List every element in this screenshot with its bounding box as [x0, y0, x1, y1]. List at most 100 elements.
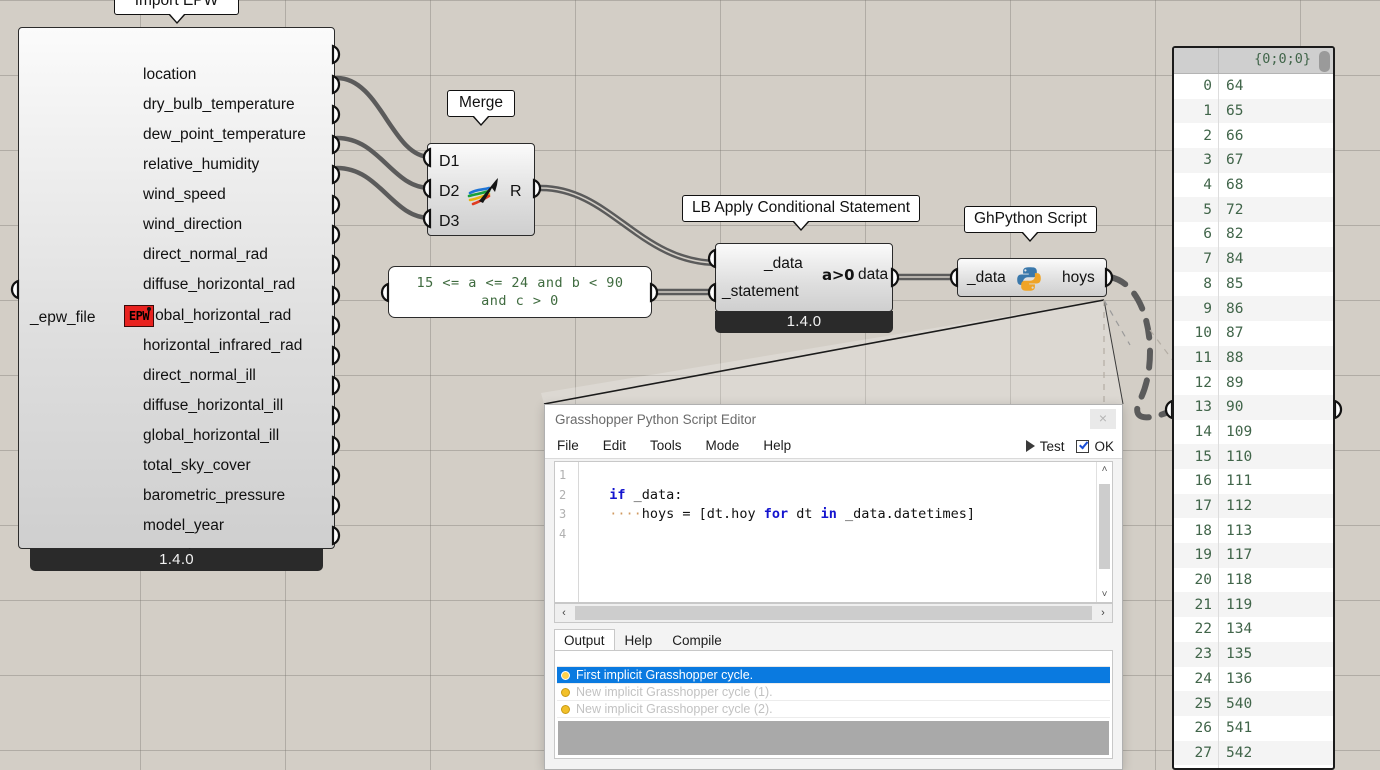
- menu-item-tools[interactable]: Tools: [650, 438, 682, 453]
- editor-title-text: Grasshopper Python Script Editor: [555, 412, 757, 427]
- expression-line-1: 15 <= a <= 24 and b < 90: [416, 274, 624, 291]
- bubble-tail-icon: [792, 221, 810, 231]
- scroll-down-icon[interactable]: ˅: [1097, 589, 1112, 600]
- code-token: ····: [609, 506, 642, 522]
- panel-row-value: 541: [1218, 715, 1333, 741]
- tab-compile[interactable]: Compile: [662, 629, 732, 652]
- panel-row: 24 136: [1174, 666, 1333, 692]
- panel-row-value: 85: [1218, 271, 1333, 297]
- ok-button[interactable]: OK: [1076, 439, 1114, 454]
- scroll-right-icon[interactable]: ›: [1094, 607, 1112, 619]
- output-row[interactable]: First implicit Grasshopper cycle.: [557, 667, 1110, 684]
- panel-row: 9 86: [1174, 296, 1333, 321]
- component-merge[interactable]: D1 D2 D3 R: [427, 143, 535, 236]
- panel-row-index: 25: [1194, 695, 1212, 712]
- panel-row-index: 10: [1194, 325, 1212, 342]
- warning-icon: [559, 704, 572, 715]
- output-list-header: [557, 653, 1110, 667]
- merge-output-r: R: [510, 183, 522, 200]
- epw-output-global-horizontal-ill: global_horizontal_ill: [143, 427, 280, 444]
- menu-item-mode[interactable]: Mode: [706, 438, 740, 453]
- tab-output[interactable]: Output: [554, 629, 615, 652]
- data-output-panel[interactable]: {0;0;0} 0 64 1 65 2 66 3 67 4 68 5 72 6 82 7 84 8 85 9 86 10…: [1172, 46, 1335, 770]
- panel-row-value: 89: [1218, 370, 1333, 395]
- panel-row-index: 8: [1203, 275, 1212, 292]
- close-icon[interactable]: ×: [1090, 409, 1116, 429]
- line-number-gutter: 1 2 3 4: [555, 462, 579, 602]
- ghpython-name-bubble-label: GhPython Script: [974, 210, 1087, 227]
- test-button[interactable]: Test: [1025, 439, 1064, 454]
- ok-button-label: OK: [1094, 438, 1114, 454]
- panel-row-index: 14: [1194, 423, 1212, 440]
- editor-titlebar: Grasshopper Python Script Editor ×: [545, 405, 1122, 433]
- epw-input-label: _epw_file: [30, 309, 96, 326]
- epw-output-barometric-pressure: barometric_pressure: [143, 487, 286, 504]
- panel-row-index: 5: [1203, 201, 1212, 218]
- scroll-left-icon[interactable]: ‹: [555, 607, 573, 619]
- panel-row-index: 26: [1194, 720, 1212, 737]
- panel-row: 2 66: [1174, 123, 1333, 149]
- code-token: _data:: [625, 486, 683, 503]
- code-vertical-scrollbar[interactable]: ˄ ˅: [1096, 462, 1112, 602]
- epw-output-model-year: model_year: [143, 517, 224, 534]
- panel-row-value: 84: [1218, 246, 1333, 272]
- code-line: if _data:: [593, 486, 1096, 506]
- checkbox-icon: [1076, 439, 1090, 453]
- output-list[interactable]: First implicit Grasshopper cycle. New imp…: [554, 650, 1113, 759]
- hscroll-thumb[interactable]: [575, 606, 1092, 620]
- component-lb-apply-conditional-statement[interactable]: _data _statement a>0 data: [715, 243, 893, 312]
- menu-item-edit[interactable]: Edit: [603, 438, 626, 453]
- epw-icon-text: EPW: [128, 309, 150, 323]
- vscroll-thumb[interactable]: [1099, 484, 1110, 569]
- output-row-text: New implicit Grasshopper cycle (2).: [576, 702, 773, 716]
- output-row-text: New implicit Grasshopper cycle (1).: [576, 685, 773, 699]
- panel-row: 13 90: [1174, 394, 1333, 420]
- code-token: hoys = [dt.hoy: [641, 506, 764, 522]
- expression-panel[interactable]: 15 <= a <= 24 and b < 90 and c > 0: [388, 266, 652, 318]
- panel-row: 1 65: [1174, 98, 1333, 124]
- panel-header-divider: [1218, 48, 1219, 73]
- conditional-output-data: data: [858, 266, 889, 283]
- panel-row: 5 72: [1174, 197, 1333, 223]
- line-number: 4: [559, 526, 567, 541]
- panel-row: 22 134: [1174, 617, 1333, 642]
- component-ghpython-script[interactable]: _data hoys: [957, 258, 1107, 297]
- epw-output-diffuse-horizontal-ill: diffuse_horizontal_ill: [143, 397, 284, 414]
- panel-row-index: 7: [1203, 251, 1212, 268]
- epw-output-location: location: [143, 66, 197, 83]
- output-row[interactable]: New implicit Grasshopper cycle (1).: [557, 684, 1110, 701]
- panel-row-value: 67: [1218, 148, 1333, 173]
- code-horizontal-scrollbar[interactable]: ‹ ›: [554, 603, 1113, 623]
- component-import-epw[interactable]: location dry_bulb_temperature dew_point_…: [18, 27, 335, 564]
- menu-item-help[interactable]: Help: [763, 438, 791, 453]
- ghpython-name-bubble: GhPython Script: [964, 206, 1097, 242]
- panel-row-value: 112: [1218, 493, 1333, 519]
- scroll-up-icon[interactable]: ˄: [1097, 464, 1112, 475]
- panel-row-value: 111: [1218, 469, 1333, 494]
- panel-row-value: 113: [1218, 518, 1333, 544]
- epw-output-dry-bulb-temperature: dry_bulb_temperature: [143, 96, 295, 113]
- panel-row: 20 118: [1174, 567, 1333, 593]
- panel-row: 7 84: [1174, 246, 1333, 272]
- panel-row-index: 17: [1194, 498, 1212, 515]
- panel-scrollbar-thumb[interactable]: [1319, 51, 1330, 72]
- panel-row: 19 117: [1174, 543, 1333, 568]
- output-row-text: First implicit Grasshopper cycle.: [576, 668, 754, 682]
- panel-row-index: 20: [1194, 572, 1212, 589]
- code-text[interactable]: if _data: ····hoys = [dt.hoy for dt in _…: [579, 462, 1096, 602]
- panel-row-index: 13: [1194, 399, 1212, 416]
- code-editor-area[interactable]: 1 2 3 4 if _data: ····hoys = [dt.hoy for…: [554, 461, 1113, 603]
- merge-input-d2: D2: [439, 183, 460, 200]
- python-script-editor-window[interactable]: Grasshopper Python Script Editor × File …: [544, 404, 1123, 770]
- panel-row: 17 112: [1174, 493, 1333, 519]
- merge-name-bubble-label: Merge: [459, 94, 503, 111]
- output-row[interactable]: New implicit Grasshopper cycle (2).: [557, 701, 1110, 718]
- panel-row-index: 12: [1194, 374, 1212, 391]
- menu-item-file[interactable]: File: [557, 438, 579, 453]
- panel-row-value: 110: [1218, 444, 1333, 469]
- panel-row: 6 82: [1174, 222, 1333, 247]
- panel-row-index: 23: [1194, 646, 1212, 663]
- tab-help[interactable]: Help: [615, 629, 663, 652]
